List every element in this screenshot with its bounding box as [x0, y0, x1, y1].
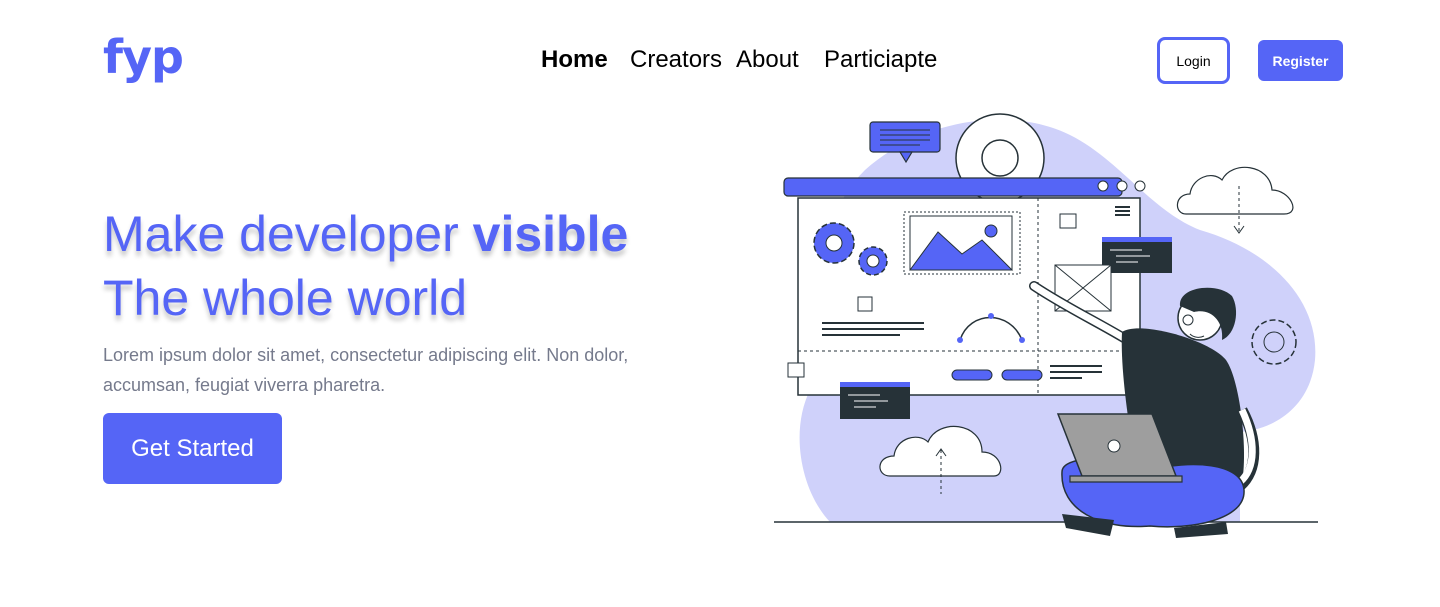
gear-icon: [813, 222, 855, 264]
gear-icon: [858, 246, 888, 276]
nav-participate[interactable]: Particiapte: [824, 46, 937, 74]
get-started-button[interactable]: Get Started: [103, 413, 282, 484]
hero-title-line2: The whole world: [103, 270, 468, 326]
hero-title-highlight: visible: [472, 206, 629, 262]
hero-title-prefix: Make developer: [103, 206, 473, 262]
gear-icon: [1251, 319, 1297, 365]
note-icon: [1059, 213, 1077, 229]
note-icon: [857, 296, 873, 312]
nav-home[interactable]: Home: [541, 46, 608, 74]
hero-subtitle: Lorem ipsum dolor sit amet, consectetur …: [103, 345, 629, 395]
login-button[interactable]: Login: [1157, 37, 1230, 84]
hero-illustration: [774, 113, 1318, 538]
register-button[interactable]: Register: [1258, 40, 1343, 81]
cloud-download-icon: [1176, 166, 1294, 234]
code-panel: [1102, 237, 1172, 273]
hero-title: Make developer visible The whole world: [103, 202, 628, 330]
note-icon: [787, 362, 805, 378]
image-icon: [903, 211, 1021, 275]
nav-about[interactable]: About: [736, 46, 799, 74]
nav-creators[interactable]: Creators: [630, 46, 722, 74]
code-panel: [840, 382, 910, 419]
